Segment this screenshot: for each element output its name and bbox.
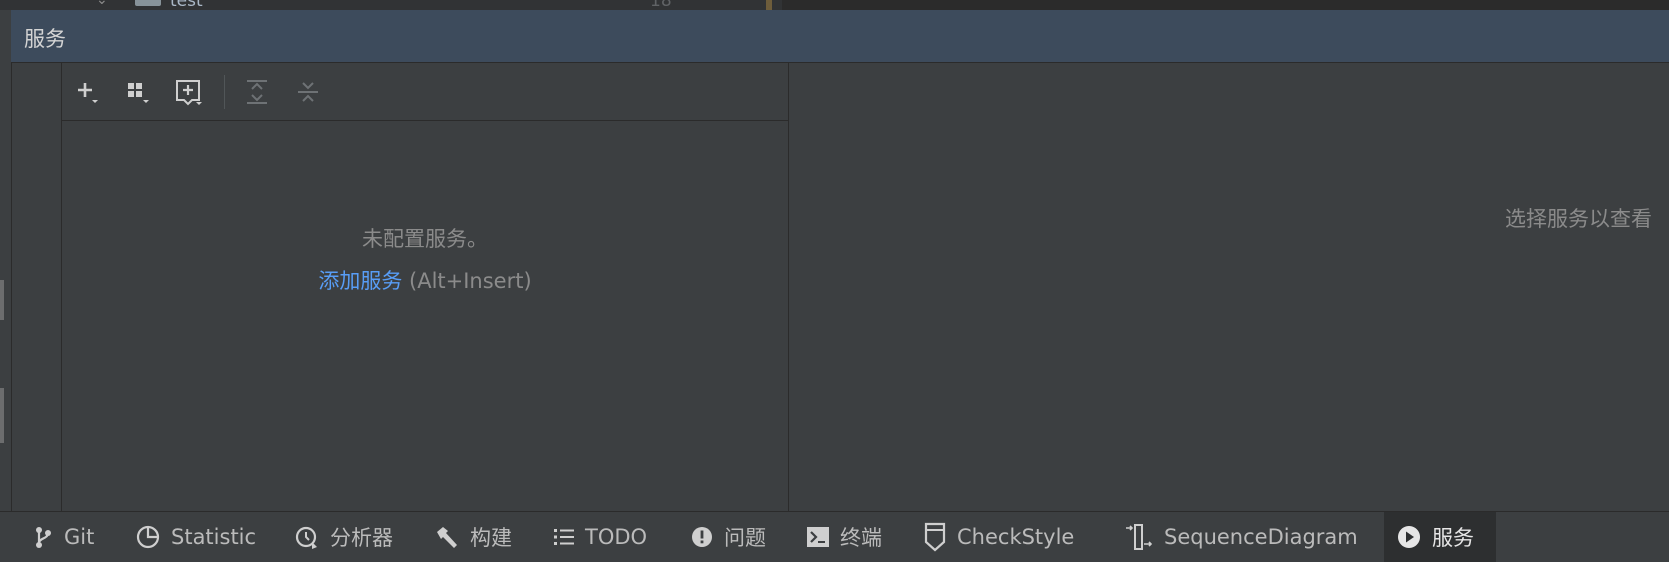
details-hint-text: 选择服务以查看: [1505, 207, 1652, 231]
new-service-button[interactable]: [170, 73, 208, 111]
services-title-bar: 服务: [11, 10, 1669, 63]
expand-all-icon: [247, 80, 267, 104]
tab-services[interactable]: 服务: [1384, 512, 1496, 562]
toolbar-separator: [224, 75, 225, 109]
line-number: 18: [650, 0, 672, 10]
collapse-all-icon: [298, 82, 318, 102]
editor-area[interactable]: [782, 0, 1669, 10]
tool-window-bar: Git Statistic 分析器 构建 TODO 问题 终端 CheckSty…: [0, 511, 1669, 562]
tab-label: Git: [64, 525, 95, 549]
add-service-link[interactable]: 添加服务: [318, 269, 402, 293]
play-circle-icon: [1398, 526, 1421, 548]
tab-todo[interactable]: TODO: [541, 512, 659, 562]
folder-icon: [135, 0, 161, 6]
gutter-marker: [766, 0, 772, 10]
empty-state: 未配置服务。 添加服务 (Alt+Insert): [62, 223, 788, 295]
no-services-text: 未配置服务。: [362, 227, 488, 251]
git-branch-icon: [36, 527, 51, 548]
service-details-pane: 选择服务以查看: [789, 63, 1669, 511]
tab-label: 分析器: [330, 526, 393, 550]
tab-terminal[interactable]: 终端: [794, 512, 894, 562]
tab-statistic[interactable]: Statistic: [123, 512, 268, 562]
tab-checkstyle[interactable]: CheckStyle: [911, 512, 1086, 562]
tab-label: Statistic: [171, 525, 257, 549]
tab-label: 终端: [840, 526, 882, 550]
new-service-dropdown-icon: [176, 80, 202, 106]
tab-label: 问题: [724, 526, 766, 550]
services-toolbar: [62, 63, 788, 121]
tab-git[interactable]: Git: [20, 512, 106, 562]
left-tool-stripe: [0, 10, 12, 511]
hammer-icon: [437, 527, 457, 548]
tab-label: 服务: [1432, 526, 1474, 550]
shortcut-hint: (Alt+Insert): [409, 269, 532, 293]
tab-label: CheckStyle: [957, 525, 1075, 549]
checkstyle-icon: [924, 522, 946, 552]
terminal-icon: [807, 527, 829, 547]
editor-peek-strip: ⌄ test 18: [0, 0, 1669, 10]
collapse-all-button[interactable]: [289, 73, 327, 111]
group-by-button[interactable]: [119, 73, 157, 111]
expand-all-button[interactable]: [238, 73, 276, 111]
add-service-button[interactable]: [68, 73, 106, 111]
group-dropdown-icon: [128, 83, 149, 103]
pie-chart-icon: [136, 525, 160, 549]
tab-profiler[interactable]: 分析器: [282, 512, 405, 562]
list-icon: [554, 529, 574, 545]
warning-icon: [692, 527, 712, 547]
services-tree-pane: 未配置服务。 添加服务 (Alt+Insert): [62, 63, 789, 511]
tab-sequence-diagram[interactable]: SequenceDiagram: [1112, 512, 1370, 562]
sequence-diagram-icon: [1126, 524, 1153, 550]
tab-label: SequenceDiagram: [1164, 525, 1358, 549]
panel-title: 服务: [24, 27, 66, 51]
stripe-tab-structure[interactable]: [0, 280, 4, 320]
tab-label: TODO: [585, 525, 648, 549]
profiler-icon: [295, 526, 317, 549]
tree-item-label[interactable]: test: [170, 0, 203, 10]
tab-problems[interactable]: 问题: [678, 512, 778, 562]
tab-label: 构建: [470, 526, 512, 550]
tab-build[interactable]: 构建: [422, 512, 524, 562]
tree-chevron-icon[interactable]: ⌄: [96, 0, 108, 8]
stripe-tab-favorites[interactable]: [0, 388, 4, 443]
empty-actions: 添加服务 (Alt+Insert): [62, 265, 788, 295]
panel-side-gutter: [12, 63, 62, 511]
plus-dropdown-icon: [78, 83, 98, 103]
